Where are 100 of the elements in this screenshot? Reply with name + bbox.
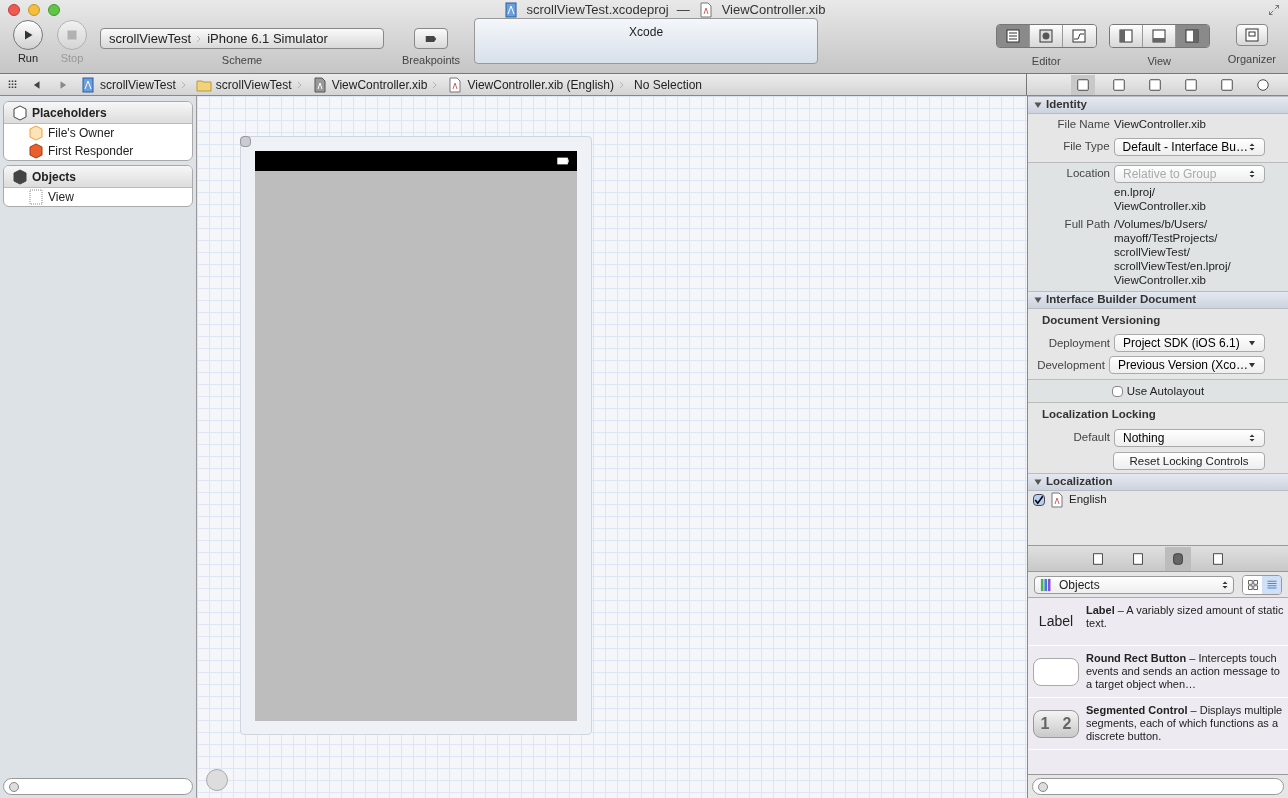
blueprint-icon xyxy=(502,2,519,18)
section-header[interactable]: Interface Builder Document xyxy=(1028,291,1288,309)
checkbox[interactable] xyxy=(1111,385,1123,397)
lines-icon xyxy=(1004,28,1021,44)
segment-button[interactable] xyxy=(1109,25,1143,47)
breadcrumb-item[interactable]: ViewController.xib (English) xyxy=(467,75,614,94)
section-header[interactable]: Identity xyxy=(1028,96,1288,114)
file-type-popup[interactable]: Default - Interface Bu… xyxy=(1113,138,1265,156)
segment-button[interactable] xyxy=(1175,25,1209,47)
disclosure-triangle-icon xyxy=(1034,296,1042,304)
document-icon xyxy=(447,76,464,93)
library-popup[interactable]: Objects xyxy=(1034,575,1234,594)
segment-button[interactable] xyxy=(1029,25,1063,47)
view-mode-button[interactable] xyxy=(1243,575,1262,594)
section-header[interactable]: Localization xyxy=(1028,472,1288,491)
full-path-text: /Volumes/b/Users/ xyxy=(1114,217,1209,231)
field-label: Location xyxy=(1065,166,1110,182)
segment-button[interactable] xyxy=(1062,25,1096,47)
view-mode-button[interactable] xyxy=(1262,575,1281,594)
inspector-tab[interactable] xyxy=(1070,74,1095,95)
up-down-arrows-icon xyxy=(1248,141,1256,153)
blueprint-icon xyxy=(80,76,96,93)
play-icon xyxy=(22,29,34,41)
breadcrumb-item[interactable]: ViewController.xib xyxy=(331,75,428,94)
library-item-description[interactable]: Segmented Control – Displays multiple segments, each of which functions as a discrete button. xyxy=(1086,704,1284,743)
development-popup[interactable]: Previous Version (Xco… xyxy=(1108,356,1265,375)
list-icon xyxy=(1265,578,1278,591)
window-title: ViewController.xib xyxy=(721,1,826,20)
library-tab[interactable] xyxy=(1165,546,1191,571)
organizer-label: Organizer xyxy=(1227,52,1276,67)
filter-icon xyxy=(1037,780,1049,793)
breadcrumb-item[interactable]: scrollViewTest xyxy=(215,75,292,94)
segment-button[interactable] xyxy=(996,25,1030,47)
deployment-popup[interactable]: Project SDK (iOS 6.1) xyxy=(1114,334,1265,353)
disclosure-triangle-icon xyxy=(1034,477,1042,486)
window-icon xyxy=(1243,27,1260,43)
segment-number: 2 xyxy=(1061,713,1073,734)
view-label: View xyxy=(1147,54,1172,69)
section-title: Objects xyxy=(32,168,76,186)
down-arrow-icon xyxy=(1248,339,1256,348)
field-label: Full Path xyxy=(1063,217,1110,232)
field-label: File Name xyxy=(1056,117,1110,133)
localization-label: English xyxy=(1069,491,1107,507)
relative-path-text: en.lproj/ xyxy=(1114,185,1156,199)
editor-label: Editor xyxy=(1031,54,1061,69)
checkmark-icon xyxy=(1034,494,1044,505)
relative-path-text: ViewController.xib xyxy=(1114,199,1207,213)
segment-number: 1 xyxy=(1039,713,1051,734)
down-arrow-icon xyxy=(1248,361,1256,370)
run-button[interactable] xyxy=(13,20,43,50)
filter-field[interactable] xyxy=(3,778,193,795)
default-popup[interactable]: Nothing xyxy=(1114,428,1265,447)
label-preview: Label xyxy=(1038,612,1074,631)
library-item-description[interactable]: Label – A variably sized amount of static text. xyxy=(1086,604,1284,639)
section-title: Placeholders xyxy=(32,104,107,122)
grid-icon xyxy=(1246,578,1259,591)
breakpoints-button[interactable] xyxy=(414,28,449,49)
stop-icon xyxy=(66,29,78,41)
fullscreen-icon xyxy=(1268,4,1280,16)
right-panel-icon xyxy=(1184,28,1201,44)
field-label: Development xyxy=(1036,357,1105,373)
outline-item[interactable]: View xyxy=(48,188,74,206)
scheme-selector[interactable]: scrollViewTest iPhone 6.1 Simulator xyxy=(100,28,384,49)
checkbox[interactable] xyxy=(1033,493,1045,506)
breakpoints-label: Breakpoints xyxy=(402,53,461,68)
outline-item[interactable]: First Responder xyxy=(48,142,134,160)
title-separator: — xyxy=(676,1,690,20)
left-triangle-icon xyxy=(32,79,42,90)
field-label: Deployment xyxy=(1047,335,1110,351)
subheading: Document Versioning xyxy=(1041,313,1162,328)
breadcrumb-item[interactable]: scrollViewTest xyxy=(100,75,176,94)
full-path-text: mayoff/TestProjects/ xyxy=(1114,231,1219,245)
right-triangle-icon xyxy=(58,79,68,90)
document-icon xyxy=(1091,551,1105,566)
library-filter-field[interactable] xyxy=(1032,778,1284,795)
checkbox-label: Use Autolayout xyxy=(1126,383,1205,399)
outline-toggle-button[interactable] xyxy=(206,769,228,791)
subheading: Localization Locking xyxy=(1041,407,1157,423)
filter-icon xyxy=(8,780,20,793)
breadcrumb-item[interactable]: No Selection xyxy=(633,75,702,94)
organizer-button[interactable] xyxy=(1235,24,1268,46)
left-panel-icon xyxy=(1117,28,1134,44)
round-rect-button-preview xyxy=(1033,657,1079,686)
zoom-window-button[interactable] xyxy=(48,4,60,16)
close-window-button[interactable] xyxy=(8,4,20,16)
activity-text: Xcode xyxy=(629,24,664,41)
full-path-text: scrollViewTest/en.lproj/ xyxy=(1114,259,1231,273)
segment-button[interactable] xyxy=(1142,25,1176,47)
run-label: Run xyxy=(17,51,39,66)
disclosure-triangle-icon xyxy=(1034,101,1042,109)
outline-item[interactable]: File's Owner xyxy=(48,124,115,142)
full-path-text: scrollViewTest/ xyxy=(1114,245,1191,259)
document-icon xyxy=(311,76,328,93)
window-title: scrollViewTest.xcodeproj xyxy=(526,1,669,20)
reset-locking-button[interactable]: Reset Locking Controls xyxy=(1113,451,1265,470)
document-icon xyxy=(1075,77,1090,92)
full-path-text: ViewController.xib xyxy=(1114,273,1207,287)
document-icon xyxy=(1049,491,1065,508)
library-item-description[interactable]: Round Rect Button – Intercepts touch events and sends an action message to a target object when… xyxy=(1086,652,1284,691)
scheme-label: Scheme xyxy=(221,53,263,68)
